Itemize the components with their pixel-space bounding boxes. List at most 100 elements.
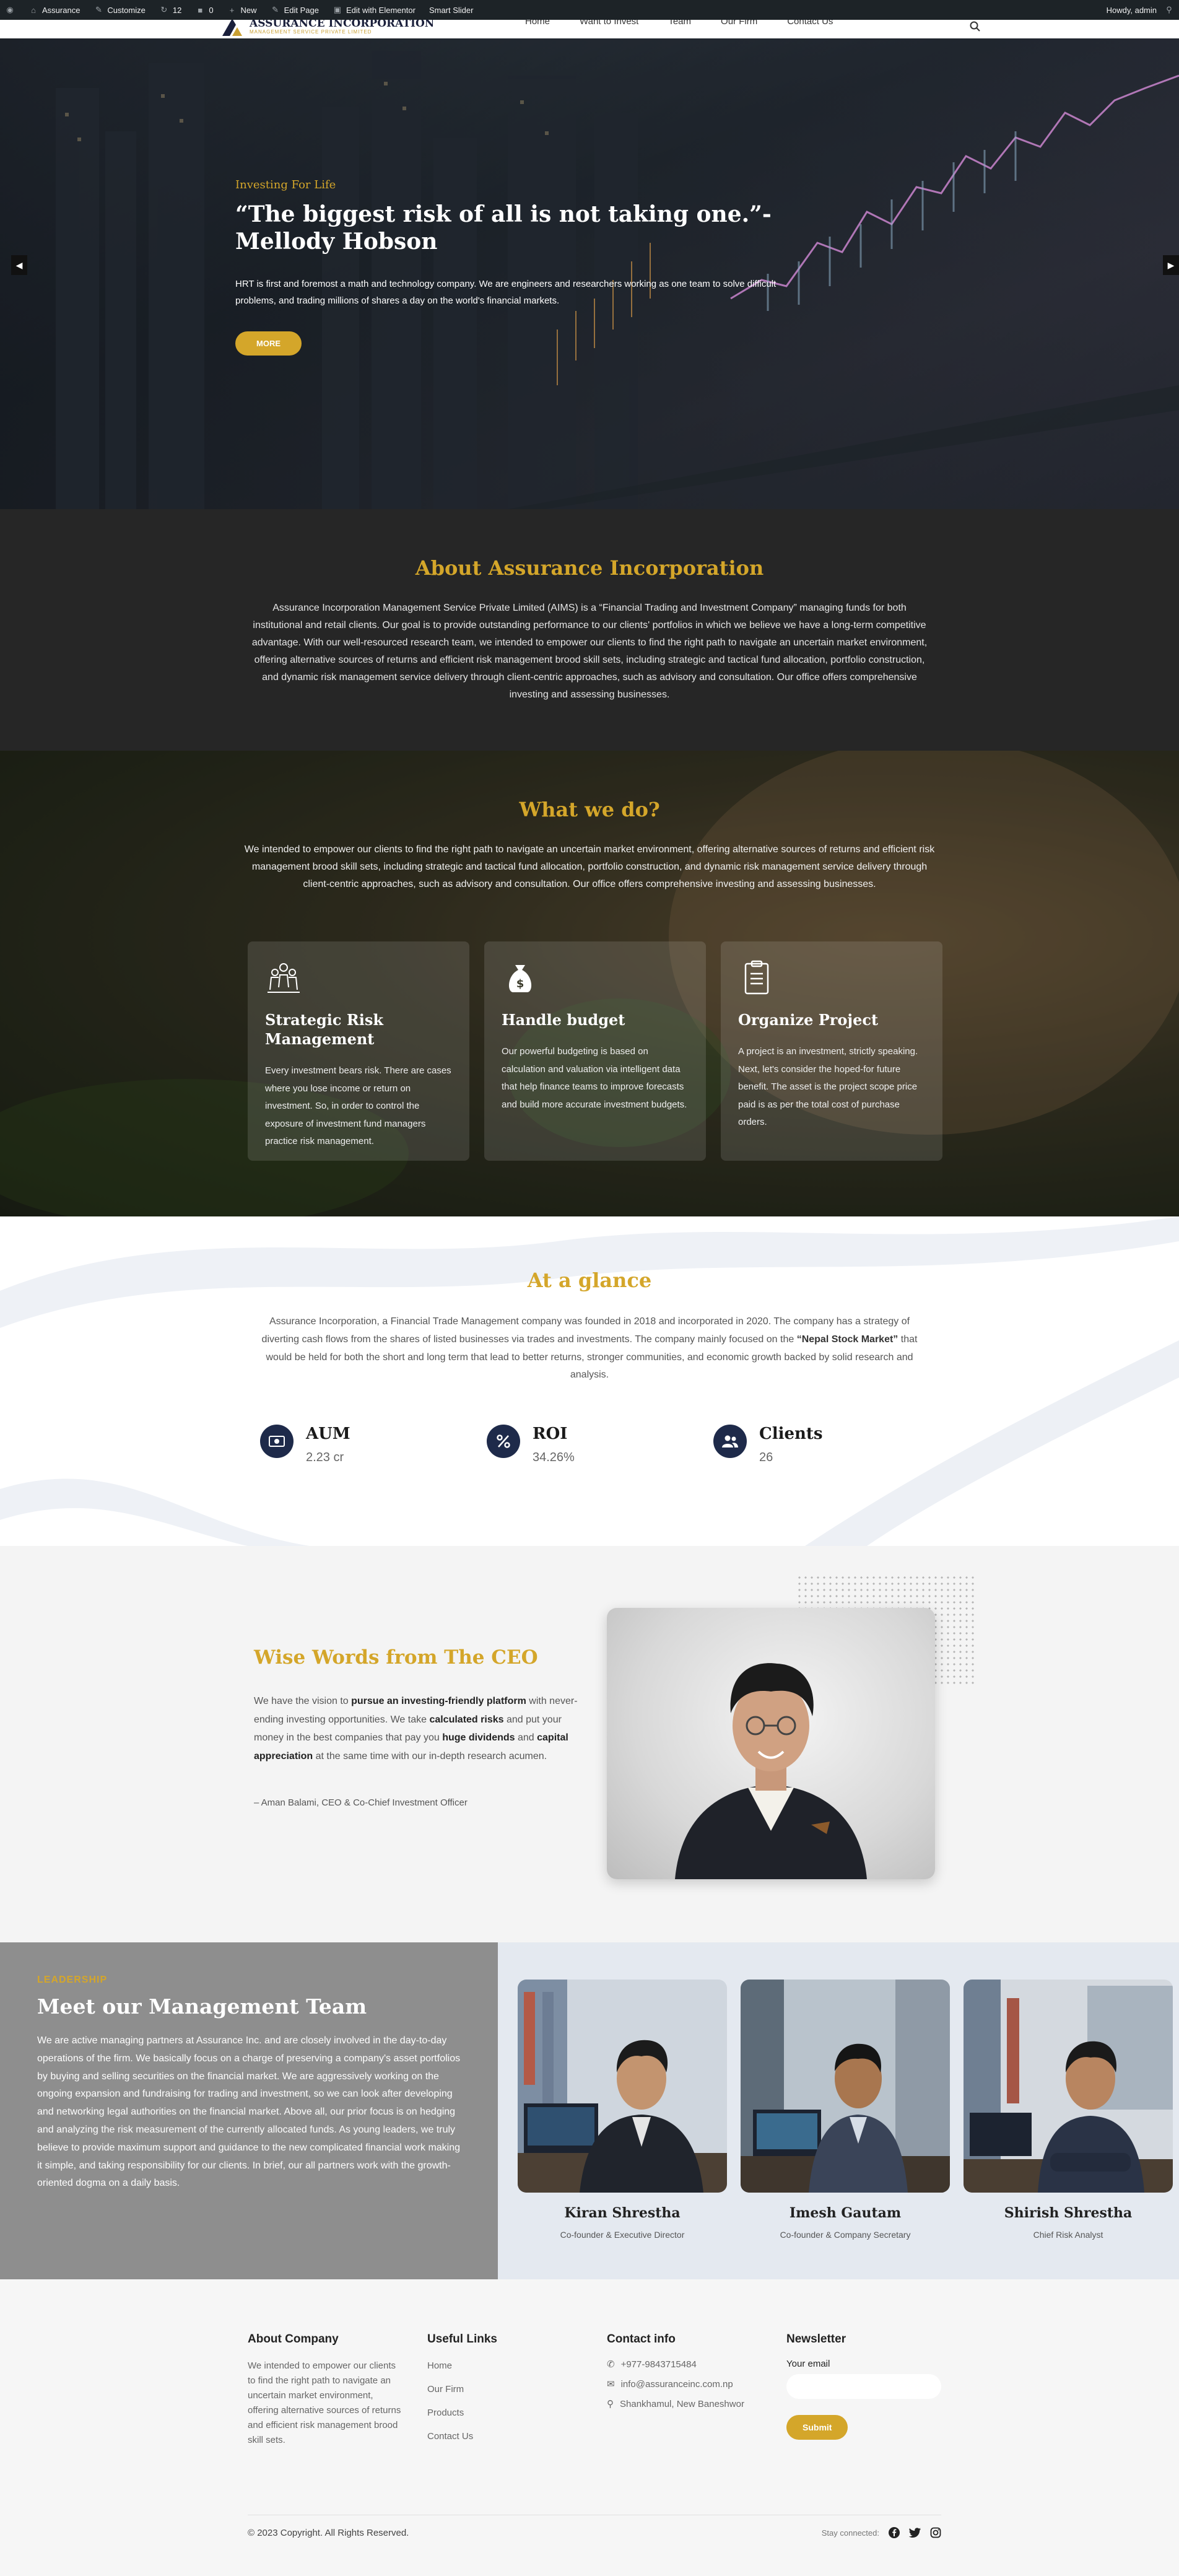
team-member-card[interactable]: Shirish Shrestha Chief Risk Analyst — [964, 1980, 1173, 2240]
percent-icon — [487, 1425, 520, 1458]
about-section: About Assurance Incorporation Assurance … — [0, 509, 1179, 751]
location-pin-icon: ⚲ — [607, 2399, 614, 2409]
facebook-icon[interactable] — [888, 2526, 900, 2539]
site-logo[interactable]: ASSURANCE INCORPORATION MANAGEMENT SERVI… — [220, 17, 434, 36]
member-photo — [518, 1980, 727, 2193]
search-icon[interactable]: ⚲ — [1164, 5, 1174, 15]
footer-link-home[interactable]: Home — [427, 2359, 588, 2373]
what-we-do-section: What we do? We intended to empower our c… — [0, 751, 1179, 1216]
hero-content: Investing For Life “The biggest risk of … — [235, 178, 793, 356]
footer-link-our-firm[interactable]: Our Firm — [427, 2382, 588, 2397]
comment-icon: ■ — [198, 5, 203, 15]
admin-customize-link[interactable]: ✎ Customize — [94, 5, 146, 15]
footer-link-products[interactable]: Products — [427, 2406, 588, 2421]
stat-label: Clients — [759, 1425, 823, 1443]
admin-site-link[interactable]: ⌂ Assurance — [28, 5, 80, 15]
footer-newsletter: Newsletter Your email Submit — [786, 2333, 947, 2440]
hero-more-button[interactable]: MORE — [235, 331, 302, 356]
stat-label: ROI — [533, 1425, 568, 1443]
footer-link-contact-us[interactable]: Contact Us — [427, 2429, 588, 2444]
footer-contact-title: Contact info — [607, 2333, 676, 2346]
users-icon — [713, 1425, 747, 1458]
hero-kicker: Investing For Life — [235, 178, 336, 191]
service-card-text: Our powerful budgeting is based on calcu… — [502, 1046, 687, 1110]
team-member-card[interactable]: Imesh Gautam Co-founder & Company Secret… — [741, 1980, 950, 2240]
slider-prev-arrow-icon[interactable]: ◀ — [11, 255, 27, 275]
newsletter-submit-button[interactable]: Submit — [786, 2415, 848, 2440]
stat-value: 26 — [759, 1451, 773, 1464]
admin-new-link[interactable]: + New — [227, 5, 257, 15]
twitter-icon[interactable] — [909, 2527, 921, 2538]
wordpress-logo-icon[interactable]: ◉ — [5, 5, 15, 15]
member-role: Co-founder & Company Secretary — [780, 2230, 911, 2240]
plus-icon: + — [229, 5, 235, 15]
service-cards: Strategic Risk Management Every investme… — [248, 941, 942, 1161]
phone-icon: ✆ — [607, 2359, 615, 2370]
site-footer: About Company We intended to empower our… — [0, 2279, 1179, 2576]
footer-about: About Company We intended to empower our… — [248, 2333, 402, 2448]
at-a-glance-section: At a glance Assurance Incorporation, a F… — [0, 1216, 1179, 1546]
stat-aum: AUM 2.23 cr — [260, 1425, 487, 1465]
brush-icon: ✎ — [95, 5, 102, 14]
about-text: Assurance Incorporation Management Servi… — [251, 603, 928, 700]
ceo-signature: – Aman Balami, CEO & Co-Chief Investment… — [254, 1797, 468, 1808]
service-card-text: Every investment bears risk. There are c… — [265, 1065, 451, 1147]
admin-bar: ◉ ⌂ Assurance ✎ Customize ↻ 12 ■ 0 + New ✎ Edi… — [0, 0, 1179, 20]
team-title: Meet our Management Team — [37, 1994, 367, 2019]
team-icon — [268, 963, 300, 993]
newsletter-title: Newsletter — [786, 2333, 846, 2346]
site-header: ASSURANCE INCORPORATION MANAGEMENT SERVI… — [0, 16, 1179, 38]
service-card-title: Handle budget — [502, 1011, 625, 1029]
team-intro: LEADERSHIP Meet our Management Team We a… — [0, 1942, 498, 2279]
contact-phone[interactable]: ✆ +977-9843715484 — [607, 2359, 768, 2370]
team-member-card[interactable]: Kiran Shrestha Co-founder & Executive Di… — [518, 1980, 727, 2240]
service-card: Organize Project A project is an investm… — [721, 941, 942, 1161]
footer-links: Useful Links Home Our Firm Products Cont… — [427, 2333, 588, 2453]
admin-edit-page-link[interactable]: ✎ Edit Page — [271, 5, 319, 15]
stat-value: 34.26% — [533, 1451, 575, 1464]
admin-howdy[interactable]: Howdy, admin — [1107, 6, 1157, 15]
ceo-section: Wise Words from The CEO We have the visi… — [0, 1546, 1179, 1942]
pencil-icon: ✎ — [272, 5, 279, 14]
social-links: Stay connected: — [822, 2526, 941, 2539]
admin-smart-slider-link[interactable]: Smart Slider — [429, 6, 474, 15]
what-we-do-text: We intended to empower our clients to fi… — [244, 844, 935, 889]
footer-bottom: © 2023 Copyright. All Rights Reserved. S… — [248, 2515, 941, 2539]
search-icon[interactable] — [970, 21, 981, 32]
stat-value: 2.23 cr — [306, 1451, 344, 1464]
newsletter-email-input[interactable] — [786, 2374, 941, 2399]
member-name: Kiran Shrestha — [564, 2205, 681, 2221]
member-photo — [741, 1980, 950, 2193]
footer-links-title: Useful Links — [427, 2333, 497, 2346]
contact-email[interactable]: ✉ info@assuranceinc.com.np — [607, 2378, 768, 2390]
logo-subtitle: MANAGEMENT SERVICE PRIVATE LIMITED — [250, 29, 372, 35]
footer-about-title: About Company — [248, 2333, 339, 2346]
member-role: Chief Risk Analyst — [1033, 2230, 1103, 2240]
svg-text:$: $ — [516, 977, 524, 990]
instagram-icon[interactable] — [930, 2527, 941, 2538]
service-card: $ Handle budget Our powerful budgeting i… — [484, 941, 706, 1161]
stay-connected-label: Stay connected: — [821, 2528, 879, 2538]
service-card-title: Strategic Risk Management — [265, 1011, 384, 1049]
copyright: © 2023 Copyright. All Rights Reserved. — [248, 2527, 409, 2538]
member-role: Co-founder & Executive Director — [560, 2230, 685, 2240]
envelope-icon: ✉ — [607, 2379, 615, 2390]
hero-slider: Investing For Life “The biggest risk of … — [0, 38, 1179, 509]
cash-icon — [260, 1425, 294, 1458]
at-a-glance-title: At a glance — [527, 1268, 652, 1292]
logo-mark-icon — [222, 19, 242, 36]
admin-updates-link[interactable]: ↻ 12 — [159, 5, 181, 15]
admin-comments-link[interactable]: ■ 0 — [195, 5, 213, 15]
stat-roi: ROI 34.26% — [487, 1425, 713, 1465]
elementor-icon: ▣ — [333, 5, 342, 14]
admin-elementor-link[interactable]: ▣ Edit with Elementor — [333, 5, 415, 15]
slider-next-arrow-icon[interactable]: ▶ — [1163, 255, 1179, 275]
stat-clients: Clients 26 — [713, 1425, 940, 1465]
ceo-photo — [607, 1608, 935, 1879]
stat-label: AUM — [306, 1425, 350, 1443]
member-name: Shirish Shrestha — [1004, 2205, 1133, 2221]
footer-contact: Contact info ✆ +977-9843715484 ✉ info@assu… — [607, 2333, 768, 2418]
about-title: About Assurance Incorporation — [415, 556, 764, 580]
team-text: We are active managing partners at Assur… — [37, 2035, 461, 2189]
member-name: Imesh Gautam — [789, 2205, 902, 2221]
